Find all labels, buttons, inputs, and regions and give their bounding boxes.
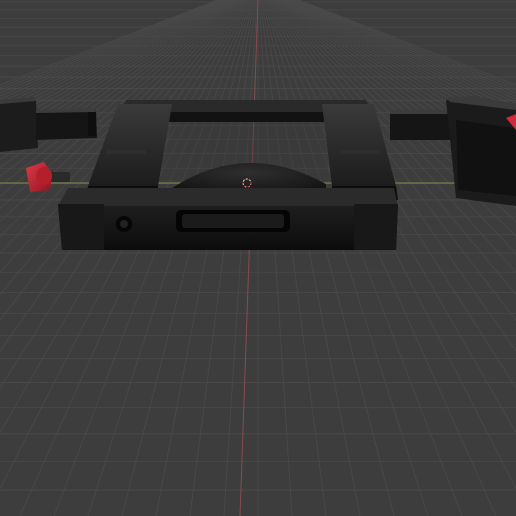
floor-grid — [0, 0, 516, 516]
3d-viewport[interactable] — [0, 0, 516, 516]
right-side-handle[interactable] — [390, 96, 516, 206]
viewport-scene[interactable] — [0, 0, 516, 516]
cage-frame[interactable] — [58, 100, 398, 250]
